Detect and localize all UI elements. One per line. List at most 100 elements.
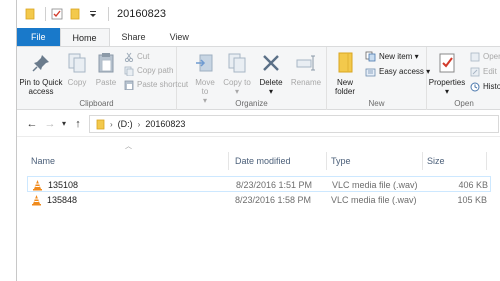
history-icon (469, 81, 480, 92)
file-name: 135848 (47, 195, 78, 205)
folder-icon (23, 7, 37, 21)
chevron-down-icon: ▾ (234, 87, 239, 96)
tab-view[interactable]: View (158, 28, 201, 46)
copy-to-label: Copy to (223, 78, 251, 87)
delete-button[interactable]: Delete ▾ (257, 50, 285, 96)
file-name: 135108 (48, 180, 79, 190)
history-button[interactable]: History (469, 81, 500, 92)
rename-label: Rename (290, 78, 322, 87)
recent-locations-chevron-icon[interactable]: ▾ (59, 115, 69, 133)
paste-label: Paste (95, 78, 117, 87)
new-item-button[interactable]: New item ▾ (365, 51, 419, 62)
column-header-date[interactable]: Date modified (231, 152, 327, 170)
column-header-size[interactable]: Size (423, 152, 487, 170)
organize-group-label: Organize (235, 99, 268, 108)
address-bar[interactable]: › (D:) › 20160823 (89, 115, 499, 133)
new-item-label: New item (379, 52, 413, 61)
copy-button[interactable]: Copy (65, 50, 89, 87)
file-list: ︿ Name Date modified Type Size 135108 8/… (17, 138, 500, 281)
divider (45, 7, 46, 21)
new-folder-quick-icon[interactable] (68, 7, 82, 21)
new-folder-label: New folder (334, 78, 355, 96)
properties-icon (434, 50, 460, 76)
properties-button[interactable]: Properties ▾ (429, 50, 465, 96)
history-label: History (483, 82, 500, 91)
file-row[interactable]: 135848 8/23/2016 1:58 PM VLC media file … (27, 192, 491, 208)
copy-label: Copy (67, 78, 87, 87)
explorer-window: 20160823 File Home Share View Pin to Qui… (16, 0, 500, 281)
open-group-label: Open (454, 99, 474, 108)
file-date: 8/23/2016 1:51 PM (236, 180, 313, 190)
forward-arrow-icon[interactable]: → (41, 115, 59, 133)
column-headers: Name Date modified Type Size (17, 152, 500, 170)
file-size: 406 KB (458, 180, 488, 190)
divider (108, 7, 109, 21)
rename-button[interactable]: Rename (289, 50, 323, 87)
properties-label: Properties (428, 78, 466, 87)
chevron-down-icon: ▾ (412, 52, 419, 61)
easy-access-label: Easy access (379, 67, 424, 76)
tab-share[interactable]: Share (110, 28, 158, 46)
vlc-cone-icon (32, 177, 44, 193)
move-to-icon (192, 50, 218, 76)
column-header-name[interactable]: Name (27, 152, 229, 170)
chevron-down-icon: ▾ (444, 87, 449, 96)
breadcrumb-folder[interactable]: 20160823 (145, 119, 185, 129)
new-folder-button[interactable]: New folder (331, 50, 359, 96)
chevron-down-icon: ▾ (268, 87, 273, 96)
up-arrow-icon[interactable]: ↑ (69, 115, 87, 133)
cut-button[interactable]: Cut (123, 51, 149, 62)
copy-icon (64, 50, 90, 76)
new-folder-icon (332, 50, 358, 76)
clipboard-group-label: Clipboard (79, 99, 114, 108)
scissors-icon (123, 51, 134, 62)
pin-label: Pin to Quick access (19, 78, 63, 96)
open-icon (469, 51, 480, 62)
pin-icon (28, 50, 54, 76)
rename-icon (293, 50, 319, 76)
window-title: 20160823 (117, 8, 166, 20)
new-item-icon (365, 51, 376, 62)
open-label: Open (483, 52, 500, 61)
easy-access-icon (365, 66, 376, 77)
copy-to-icon (224, 50, 250, 76)
properties-quick-icon[interactable] (50, 7, 64, 21)
easy-access-button[interactable]: Easy access ▾ (365, 66, 430, 77)
tab-file[interactable]: File (17, 28, 60, 46)
file-type: VLC media file (.wav) (331, 195, 417, 205)
new-group-label: New (368, 99, 385, 108)
breadcrumb-chevron-icon[interactable]: › (138, 120, 141, 129)
copy-path-label: Copy path (137, 66, 174, 75)
breadcrumb-chevron-icon[interactable]: › (110, 120, 113, 129)
open-button[interactable]: Open ▾ (469, 51, 500, 62)
tab-home[interactable]: Home (59, 28, 110, 46)
delete-label: Delete (259, 78, 283, 87)
file-row[interactable]: 135108 8/23/2016 1:51 PM VLC media file … (27, 176, 491, 192)
ribbon: Pin to Quick access Copy Paste Cut Copy … (17, 46, 500, 110)
edit-icon (469, 66, 480, 77)
clipboard-group: Pin to Quick access Copy Paste Cut Copy … (17, 47, 188, 110)
file-date: 8/23/2016 1:58 PM (235, 195, 312, 205)
open-group: Properties ▾ Open ▾ Edit Histo (427, 47, 500, 110)
file-type: VLC media file (.wav) (332, 180, 418, 190)
breadcrumb-drive[interactable]: (D:) (118, 119, 133, 129)
ribbon-tabs: File Home Share View (17, 28, 500, 46)
paste-shortcut-icon (123, 79, 134, 90)
paste-icon (93, 50, 119, 76)
address-folder-icon (96, 119, 105, 130)
new-group: New folder New item ▾ Easy access ▾ New (327, 47, 430, 110)
move-to-button[interactable]: Move to ▾ (191, 50, 219, 105)
vlc-cone-icon (31, 192, 43, 208)
edit-label: Edit (483, 67, 497, 76)
back-arrow-icon[interactable]: ← (23, 115, 41, 133)
column-header-type[interactable]: Type (327, 152, 423, 170)
copy-path-button[interactable]: Copy path (123, 65, 173, 76)
pin-quick-access-button[interactable]: Pin to Quick access (19, 50, 63, 96)
organize-group: Move to ▾ Copy to ▾ Delete ▾ Rename Orga… (177, 47, 327, 110)
copy-to-button[interactable]: Copy to ▾ (223, 50, 251, 96)
delete-icon (258, 50, 284, 76)
customize-dropdown-icon[interactable] (86, 7, 100, 21)
paste-button[interactable]: Paste (93, 50, 119, 87)
edit-button[interactable]: Edit (469, 66, 497, 77)
file-size: 105 KB (457, 195, 487, 205)
